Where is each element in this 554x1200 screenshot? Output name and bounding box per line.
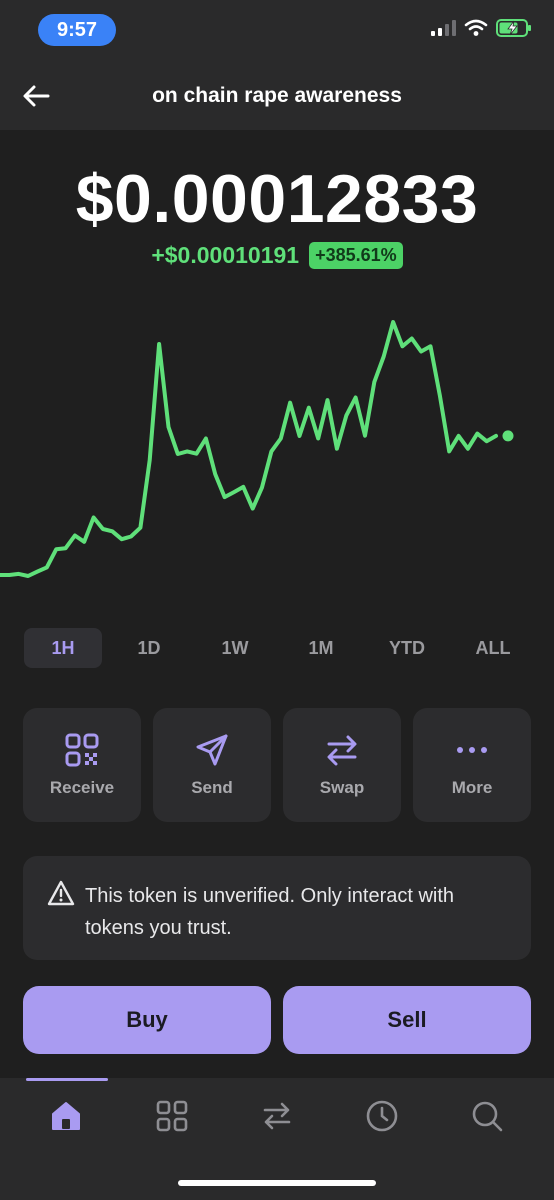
sell-button[interactable]: Sell xyxy=(283,986,531,1054)
tab-search[interactable] xyxy=(469,1098,505,1134)
buy-button[interactable]: Buy xyxy=(23,986,271,1054)
swap-icon xyxy=(324,732,360,768)
swap-icon xyxy=(263,1102,291,1130)
swap-label: Swap xyxy=(319,778,365,797)
grid-icon xyxy=(156,1100,188,1132)
range-tab-1m[interactable]: 1M xyxy=(282,628,360,668)
price-chart[interactable] xyxy=(0,300,554,600)
tab-activity[interactable] xyxy=(364,1098,400,1134)
qr-code-icon xyxy=(64,732,100,768)
price-change-amount: +$0.00010191 xyxy=(151,242,300,268)
active-tab-indicator xyxy=(26,1078,108,1081)
status-bar: 9:57 xyxy=(0,0,554,62)
send-label: Send xyxy=(191,778,233,797)
swap-button[interactable]: Swap xyxy=(283,708,401,822)
token-price: $0.00012833 xyxy=(75,161,479,237)
price-change-percent-badge: +385.61% xyxy=(309,242,403,269)
price-change-row: +$0.00010191 +385.61% xyxy=(0,242,554,269)
range-tab-1d[interactable]: 1D xyxy=(110,628,188,668)
home-indicator xyxy=(178,1180,376,1186)
status-icons xyxy=(430,18,532,38)
send-icon xyxy=(194,732,230,768)
home-icon xyxy=(52,1102,80,1130)
send-button[interactable]: Send xyxy=(153,708,271,822)
warning-text: This token is unverified. Only interact … xyxy=(85,885,455,939)
page-title: on chain rape awareness xyxy=(152,84,402,107)
header: on chain rape awareness xyxy=(0,62,554,130)
tab-collectibles[interactable] xyxy=(154,1098,190,1134)
range-tab-1w[interactable]: 1W xyxy=(196,628,274,668)
time-range-tabs: 1H 1D 1W 1M YTD ALL xyxy=(24,628,532,668)
more-icon xyxy=(454,732,490,768)
more-label: More xyxy=(451,778,493,797)
trade-buttons: Buy Sell xyxy=(23,986,531,1054)
screen: 9:57 on chain rape awareness $0.00012833… xyxy=(0,0,554,1200)
receive-label: Receive xyxy=(49,778,115,797)
search-icon xyxy=(472,1101,503,1132)
receive-button[interactable]: Receive xyxy=(23,708,141,822)
range-tab-all[interactable]: ALL xyxy=(454,628,532,668)
history-icon xyxy=(366,1100,398,1132)
cellular-signal-icon xyxy=(431,20,456,36)
price-line xyxy=(0,320,498,578)
range-tab-ytd[interactable]: YTD xyxy=(368,628,446,668)
unverified-token-warning: This token is unverified. Only interact … xyxy=(23,856,531,960)
battery-charging-icon xyxy=(496,19,531,37)
range-tab-1h[interactable]: 1H xyxy=(24,628,102,668)
wifi-icon xyxy=(464,19,488,36)
status-time: 9:57 xyxy=(38,14,116,46)
tab-swap[interactable] xyxy=(259,1098,295,1134)
more-button[interactable]: More xyxy=(413,708,531,822)
action-buttons: Receive Send Swap More xyxy=(23,708,531,822)
warning-icon xyxy=(47,880,75,906)
tab-home[interactable] xyxy=(48,1098,84,1134)
current-price-dot xyxy=(502,430,514,442)
